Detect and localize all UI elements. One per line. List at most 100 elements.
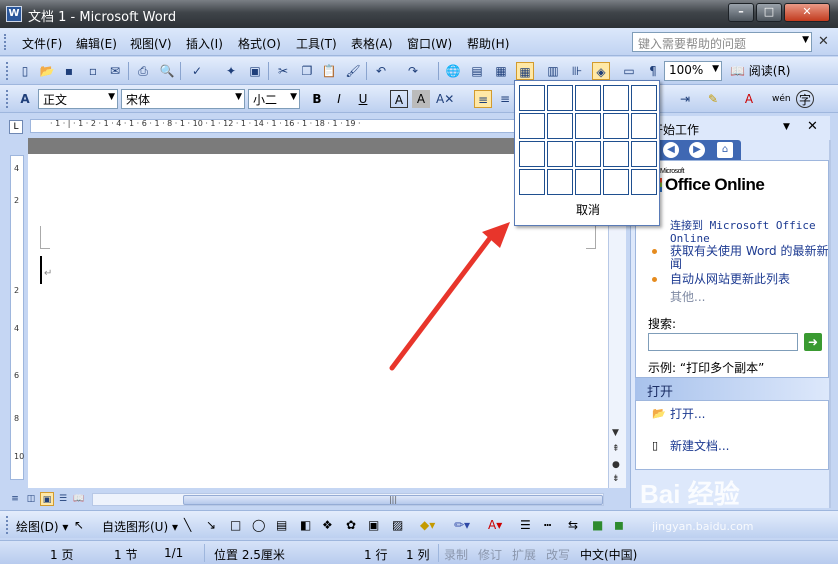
link-auto-update[interactable]: 自动从网站更新此列表 — [670, 273, 830, 286]
select-objects-icon[interactable]: ↖ — [74, 518, 84, 532]
menu-file[interactable]: 文件(F) — [22, 35, 62, 52]
arrow-icon[interactable]: ↘ — [206, 518, 216, 532]
grid-cell[interactable] — [631, 169, 657, 195]
horizontal-scrollbar[interactable]: ||| — [92, 493, 604, 506]
diagram-icon[interactable]: ❖ — [322, 518, 333, 532]
grid-cell[interactable] — [631, 141, 657, 167]
email-icon[interactable]: ✉ — [106, 62, 124, 80]
3d-icon[interactable]: ◼ — [614, 518, 624, 532]
char-border-icon[interactable]: A — [390, 90, 408, 108]
bold-button[interactable]: B — [308, 90, 326, 108]
enclose-char-icon[interactable]: 字 — [796, 90, 814, 108]
textbox-icon[interactable]: ▤ — [276, 518, 287, 532]
show-hide-icon[interactable]: ▭ — [620, 62, 638, 80]
outline-view-icon[interactable]: ☰ — [56, 492, 70, 506]
grid-cell[interactable] — [631, 85, 657, 111]
browse-object-icon[interactable]: ● — [612, 460, 620, 470]
web-view-icon[interactable]: ◫ — [24, 492, 38, 506]
reading-view-icon[interactable]: 📖 — [72, 492, 86, 506]
research-icon[interactable]: ✦ — [222, 62, 240, 80]
zoom-select[interactable]: 100% ▼ — [664, 61, 722, 81]
close-button[interactable]: ✕ — [784, 3, 830, 22]
link-more[interactable]: 其他... — [670, 291, 705, 304]
phonetic-guide-icon[interactable]: wén — [772, 90, 791, 108]
tables-borders-icon[interactable]: ▤ — [468, 62, 486, 80]
menu-grip-icon[interactable] — [4, 34, 7, 50]
indent-icon[interactable]: ⇥ — [676, 90, 694, 108]
forward-icon[interactable]: ▶ — [689, 142, 705, 158]
grid-cancel-button[interactable]: 取消 — [515, 201, 661, 218]
redo-icon[interactable]: ↷ — [404, 62, 422, 80]
grid-cell[interactable] — [575, 141, 601, 167]
arrow-style-icon[interactable]: ⇆ — [568, 518, 578, 532]
link-new-document[interactable]: 新建文档... — [670, 440, 729, 453]
status-extend[interactable]: 扩展 — [512, 546, 536, 563]
char-shading-icon[interactable]: A — [412, 90, 430, 108]
grid-cell[interactable] — [575, 85, 601, 111]
minimize-button[interactable]: – — [728, 3, 754, 22]
grid-cell[interactable] — [603, 85, 629, 111]
menu-tools[interactable]: 工具(T) — [296, 35, 337, 52]
chevron-down-icon[interactable]: ▼ — [290, 92, 297, 102]
status-track-changes[interactable]: 修订 — [478, 546, 502, 563]
copy-icon[interactable]: ❐ — [298, 62, 316, 80]
styles-formatting-icon[interactable]: A — [16, 90, 34, 108]
font-color-icon[interactable]: A — [740, 90, 758, 108]
insert-table-icon[interactable]: ▦ — [492, 62, 510, 80]
rectangle-icon[interactable]: □ — [230, 518, 241, 532]
new-document-icon[interactable]: ▯ — [16, 62, 34, 80]
research-book-icon[interactable]: ▣ — [246, 62, 264, 80]
menu-edit[interactable]: 编辑(E) — [76, 35, 117, 52]
scroll-down-icon[interactable]: ▼ — [612, 428, 619, 438]
line-style-icon[interactable]: ☰ — [520, 518, 531, 532]
link-connect-office-online[interactable]: 连接到 Microsoft Office Online — [670, 219, 820, 245]
draw-menu-button[interactable]: 绘图(D) ▾ — [16, 518, 68, 535]
status-record[interactable]: 录制 — [444, 546, 468, 563]
underline-button[interactable]: U — [354, 90, 372, 108]
insert-picture-icon[interactable]: ▨ — [392, 518, 403, 532]
print-icon[interactable]: ⎙ — [134, 62, 152, 80]
highlight-icon[interactable]: ✎ — [704, 90, 722, 108]
grid-cell[interactable] — [519, 169, 545, 195]
align-justify-icon[interactable]: ≡ — [474, 90, 492, 108]
undo-icon[interactable]: ↶ — [372, 62, 390, 80]
search-input[interactable] — [648, 333, 798, 351]
grid-cell[interactable] — [547, 85, 573, 111]
document-close-icon[interactable]: ✕ — [818, 34, 829, 49]
open-folder-icon[interactable]: 📂 — [38, 62, 56, 80]
task-pane-scrollbar[interactable] — [829, 140, 831, 508]
home-icon[interactable]: ⌂ — [717, 142, 733, 158]
menu-format[interactable]: 格式(O) — [238, 35, 281, 52]
save-icon[interactable]: ▪ — [60, 62, 78, 80]
fill-color-icon[interactable]: ◆▾ — [420, 518, 435, 532]
grid-cell[interactable] — [547, 169, 573, 195]
font-size-select[interactable]: 小二 ▼ — [248, 89, 300, 109]
search-go-button[interactable]: ➜ — [804, 333, 822, 351]
columns-icon[interactable]: ▥ — [544, 62, 562, 80]
grid-cell[interactable] — [603, 141, 629, 167]
grid-cell[interactable] — [547, 113, 573, 139]
paste-icon[interactable]: 📋 — [320, 62, 338, 80]
word-app-icon[interactable]: W — [6, 6, 22, 22]
grid-cell[interactable] — [603, 169, 629, 195]
grid-cell[interactable] — [631, 113, 657, 139]
grid-cell[interactable] — [575, 113, 601, 139]
print-preview-icon[interactable]: 🔍 — [158, 62, 176, 80]
read-button[interactable]: 📖 阅读(R) — [730, 62, 790, 79]
prev-page-icon[interactable]: ⇞ — [612, 444, 620, 454]
toolbar-grip-icon[interactable] — [6, 516, 9, 534]
chevron-down-icon[interactable]: ▼ — [235, 92, 242, 102]
insert-excel-icon[interactable]: ▦ — [516, 62, 534, 80]
task-pane-close-icon[interactable]: ✕ — [807, 119, 818, 134]
permission-icon[interactable]: ▫ — [84, 62, 102, 80]
grid-cell[interactable] — [603, 113, 629, 139]
normal-view-icon[interactable]: ≡ — [8, 492, 22, 506]
menu-insert[interactable]: 插入(I) — [186, 35, 223, 52]
back-icon[interactable]: ◀ — [663, 142, 679, 158]
drawing-icon[interactable]: ⊪ — [568, 62, 586, 80]
style-select[interactable]: 正文 ▼ — [38, 89, 118, 109]
char-scale-icon[interactable]: A✕ — [436, 90, 454, 108]
cut-icon[interactable]: ✂ — [274, 62, 292, 80]
help-question-input[interactable]: 键入需要帮助的问题 ▼ — [632, 32, 812, 52]
wordart-icon[interactable]: ◧ — [300, 518, 311, 532]
